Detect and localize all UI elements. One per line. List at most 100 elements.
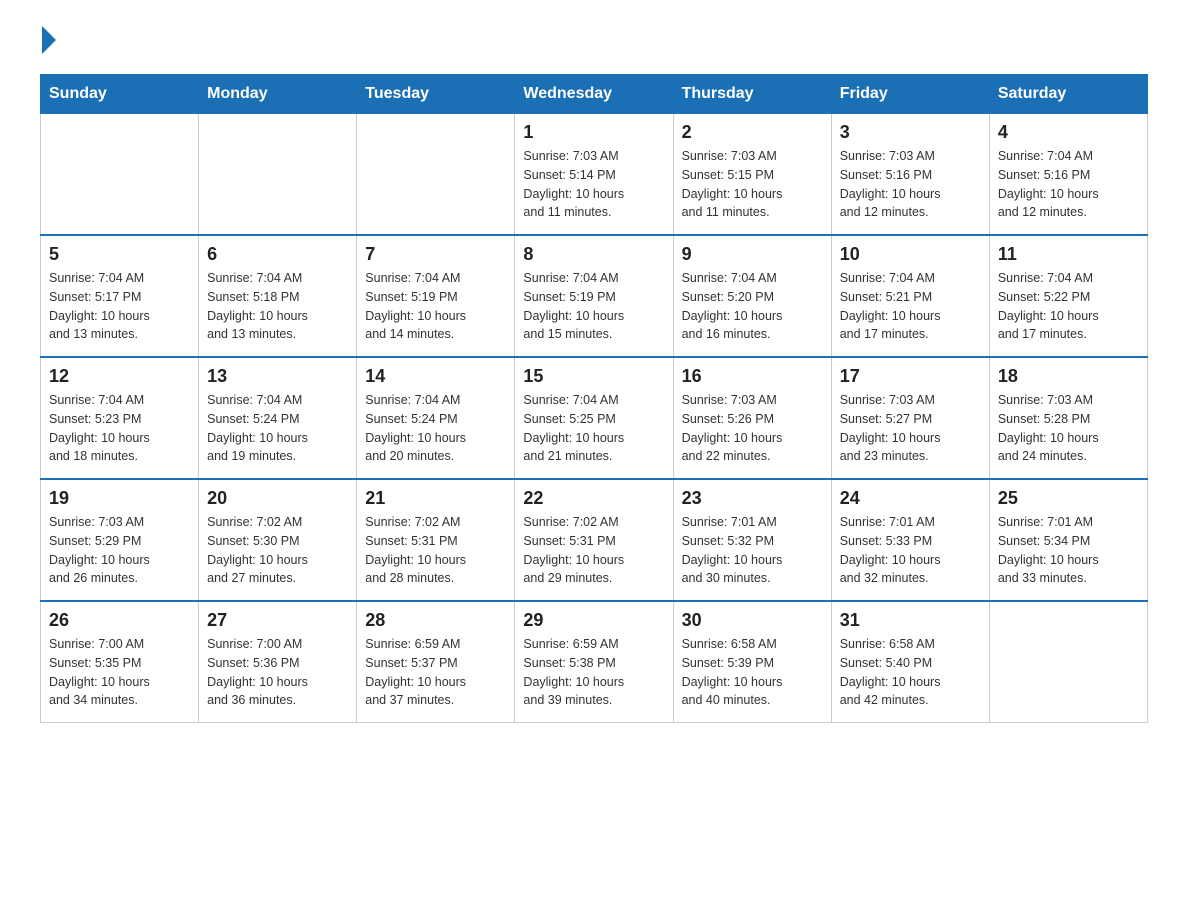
day-number: 13 <box>207 366 348 387</box>
day-number: 25 <box>998 488 1139 509</box>
calendar-cell: 31 Sunrise: 6:58 AMSunset: 5:40 PMDayligh… <box>831 601 989 723</box>
day-number: 28 <box>365 610 506 631</box>
day-number: 17 <box>840 366 981 387</box>
weekday-header-monday: Monday <box>199 75 357 114</box>
day-info: Sunrise: 7:03 AMSunset: 5:15 PMDaylight:… <box>682 147 823 222</box>
calendar-cell: 10 Sunrise: 7:04 AMSunset: 5:21 PMDayligh… <box>831 235 989 357</box>
calendar-cell: 30 Sunrise: 6:58 AMSunset: 5:39 PMDayligh… <box>673 601 831 723</box>
day-number: 29 <box>523 610 664 631</box>
weekday-header-friday: Friday <box>831 75 989 114</box>
calendar-cell: 7 Sunrise: 7:04 AMSunset: 5:19 PMDaylight… <box>357 235 515 357</box>
day-number: 19 <box>49 488 190 509</box>
day-info: Sunrise: 6:59 AMSunset: 5:38 PMDaylight:… <box>523 635 664 710</box>
calendar-cell: 22Sunrise: 7:02 AMSunset: 5:31 PMDayligh… <box>515 479 673 601</box>
calendar-cell: 8 Sunrise: 7:04 AMSunset: 5:19 PMDaylight… <box>515 235 673 357</box>
weekday-header-saturday: Saturday <box>989 75 1147 114</box>
logo <box>40 30 56 54</box>
calendar-cell: 16Sunrise: 7:03 AMSunset: 5:26 PMDayligh… <box>673 357 831 479</box>
calendar-cell: 27Sunrise: 7:00 AMSunset: 5:36 PMDayligh… <box>199 601 357 723</box>
day-number: 3 <box>840 122 981 143</box>
day-info: Sunrise: 7:04 AMSunset: 5:19 PMDaylight:… <box>523 269 664 344</box>
day-number: 1 <box>523 122 664 143</box>
day-info: Sunrise: 7:03 AMSunset: 5:16 PMDaylight:… <box>840 147 981 222</box>
weekday-header-wednesday: Wednesday <box>515 75 673 114</box>
calendar-cell <box>199 114 357 236</box>
calendar-cell: 6Sunrise: 7:04 AMSunset: 5:18 PMDaylight… <box>199 235 357 357</box>
day-number: 10 <box>840 244 981 265</box>
calendar-week-row: 26Sunrise: 7:00 AMSunset: 5:35 PMDayligh… <box>41 601 1148 723</box>
calendar-cell <box>41 114 199 236</box>
day-number: 4 <box>998 122 1139 143</box>
calendar-header-row: SundayMondayTuesdayWednesdayThursdayFrid… <box>41 75 1148 114</box>
day-info: Sunrise: 7:02 AMSunset: 5:31 PMDaylight:… <box>523 513 664 588</box>
day-number: 2 <box>682 122 823 143</box>
page-header <box>40 30 1148 54</box>
calendar-cell: 25 Sunrise: 7:01 AMSunset: 5:34 PMDayligh… <box>989 479 1147 601</box>
calendar-cell: 11 Sunrise: 7:04 AMSunset: 5:22 PMDayligh… <box>989 235 1147 357</box>
day-number: 18 <box>998 366 1139 387</box>
day-info: Sunrise: 7:04 AMSunset: 5:22 PMDaylight:… <box>998 269 1139 344</box>
calendar-cell: 26Sunrise: 7:00 AMSunset: 5:35 PMDayligh… <box>41 601 199 723</box>
day-info: Sunrise: 6:58 AMSunset: 5:40 PMDaylight:… <box>840 635 981 710</box>
day-info: Sunrise: 7:04 AMSunset: 5:21 PMDaylight:… <box>840 269 981 344</box>
calendar-cell: 1 Sunrise: 7:03 AMSunset: 5:14 PMDaylight… <box>515 114 673 236</box>
day-number: 21 <box>365 488 506 509</box>
day-number: 16 <box>682 366 823 387</box>
day-number: 5 <box>49 244 190 265</box>
day-info: Sunrise: 7:04 AMSunset: 5:24 PMDaylight:… <box>365 391 506 466</box>
calendar-cell: 19 Sunrise: 7:03 AMSunset: 5:29 PMDayligh… <box>41 479 199 601</box>
calendar-cell: 18 Sunrise: 7:03 AMSunset: 5:28 PMDayligh… <box>989 357 1147 479</box>
calendar-cell: 20Sunrise: 7:02 AMSunset: 5:30 PMDayligh… <box>199 479 357 601</box>
calendar-cell: 12 Sunrise: 7:04 AMSunset: 5:23 PMDayligh… <box>41 357 199 479</box>
day-info: Sunrise: 7:03 AMSunset: 5:28 PMDaylight:… <box>998 391 1139 466</box>
day-info: Sunrise: 7:04 AMSunset: 5:24 PMDaylight:… <box>207 391 348 466</box>
day-number: 24 <box>840 488 981 509</box>
day-info: Sunrise: 7:00 AMSunset: 5:36 PMDaylight:… <box>207 635 348 710</box>
day-number: 30 <box>682 610 823 631</box>
day-info: Sunrise: 7:03 AMSunset: 5:27 PMDaylight:… <box>840 391 981 466</box>
day-number: 8 <box>523 244 664 265</box>
day-info: Sunrise: 7:01 AMSunset: 5:34 PMDaylight:… <box>998 513 1139 588</box>
day-info: Sunrise: 7:01 AMSunset: 5:33 PMDaylight:… <box>840 513 981 588</box>
calendar-cell: 4 Sunrise: 7:04 AMSunset: 5:16 PMDaylight… <box>989 114 1147 236</box>
calendar-cell <box>989 601 1147 723</box>
day-number: 11 <box>998 244 1139 265</box>
weekday-header-tuesday: Tuesday <box>357 75 515 114</box>
day-info: Sunrise: 6:58 AMSunset: 5:39 PMDaylight:… <box>682 635 823 710</box>
day-info: Sunrise: 7:04 AMSunset: 5:23 PMDaylight:… <box>49 391 190 466</box>
day-info: Sunrise: 7:03 AMSunset: 5:14 PMDaylight:… <box>523 147 664 222</box>
calendar-cell: 3 Sunrise: 7:03 AMSunset: 5:16 PMDaylight… <box>831 114 989 236</box>
day-number: 20 <box>207 488 348 509</box>
logo-icon <box>40 30 56 54</box>
calendar-cell: 24 Sunrise: 7:01 AMSunset: 5:33 PMDayligh… <box>831 479 989 601</box>
day-info: Sunrise: 7:04 AMSunset: 5:17 PMDaylight:… <box>49 269 190 344</box>
day-info: Sunrise: 7:01 AMSunset: 5:32 PMDaylight:… <box>682 513 823 588</box>
calendar-cell: 17 Sunrise: 7:03 AMSunset: 5:27 PMDayligh… <box>831 357 989 479</box>
weekday-header-sunday: Sunday <box>41 75 199 114</box>
day-info: Sunrise: 7:03 AMSunset: 5:29 PMDaylight:… <box>49 513 190 588</box>
day-info: Sunrise: 7:04 AMSunset: 5:16 PMDaylight:… <box>998 147 1139 222</box>
day-number: 15 <box>523 366 664 387</box>
day-info: Sunrise: 7:04 AMSunset: 5:20 PMDaylight:… <box>682 269 823 344</box>
logo-arrow-icon <box>42 26 56 54</box>
calendar-cell: 13 Sunrise: 7:04 AMSunset: 5:24 PMDayligh… <box>199 357 357 479</box>
day-number: 12 <box>49 366 190 387</box>
calendar-cell: 28 Sunrise: 6:59 AMSunset: 5:37 PMDayligh… <box>357 601 515 723</box>
day-number: 31 <box>840 610 981 631</box>
day-info: Sunrise: 7:02 AMSunset: 5:31 PMDaylight:… <box>365 513 506 588</box>
calendar-week-row: 1 Sunrise: 7:03 AMSunset: 5:14 PMDaylight… <box>41 114 1148 236</box>
day-number: 7 <box>365 244 506 265</box>
calendar-cell: 5 Sunrise: 7:04 AMSunset: 5:17 PMDaylight… <box>41 235 199 357</box>
weekday-header-thursday: Thursday <box>673 75 831 114</box>
day-number: 6 <box>207 244 348 265</box>
calendar-cell: 29 Sunrise: 6:59 AMSunset: 5:38 PMDayligh… <box>515 601 673 723</box>
calendar-cell: 21 Sunrise: 7:02 AMSunset: 5:31 PMDayligh… <box>357 479 515 601</box>
calendar-cell <box>357 114 515 236</box>
calendar-week-row: 5 Sunrise: 7:04 AMSunset: 5:17 PMDaylight… <box>41 235 1148 357</box>
calendar-cell: 9Sunrise: 7:04 AMSunset: 5:20 PMDaylight… <box>673 235 831 357</box>
day-info: Sunrise: 7:04 AMSunset: 5:19 PMDaylight:… <box>365 269 506 344</box>
day-info: Sunrise: 7:04 AMSunset: 5:25 PMDaylight:… <box>523 391 664 466</box>
day-info: Sunrise: 6:59 AMSunset: 5:37 PMDaylight:… <box>365 635 506 710</box>
day-number: 14 <box>365 366 506 387</box>
day-info: Sunrise: 7:00 AMSunset: 5:35 PMDaylight:… <box>49 635 190 710</box>
